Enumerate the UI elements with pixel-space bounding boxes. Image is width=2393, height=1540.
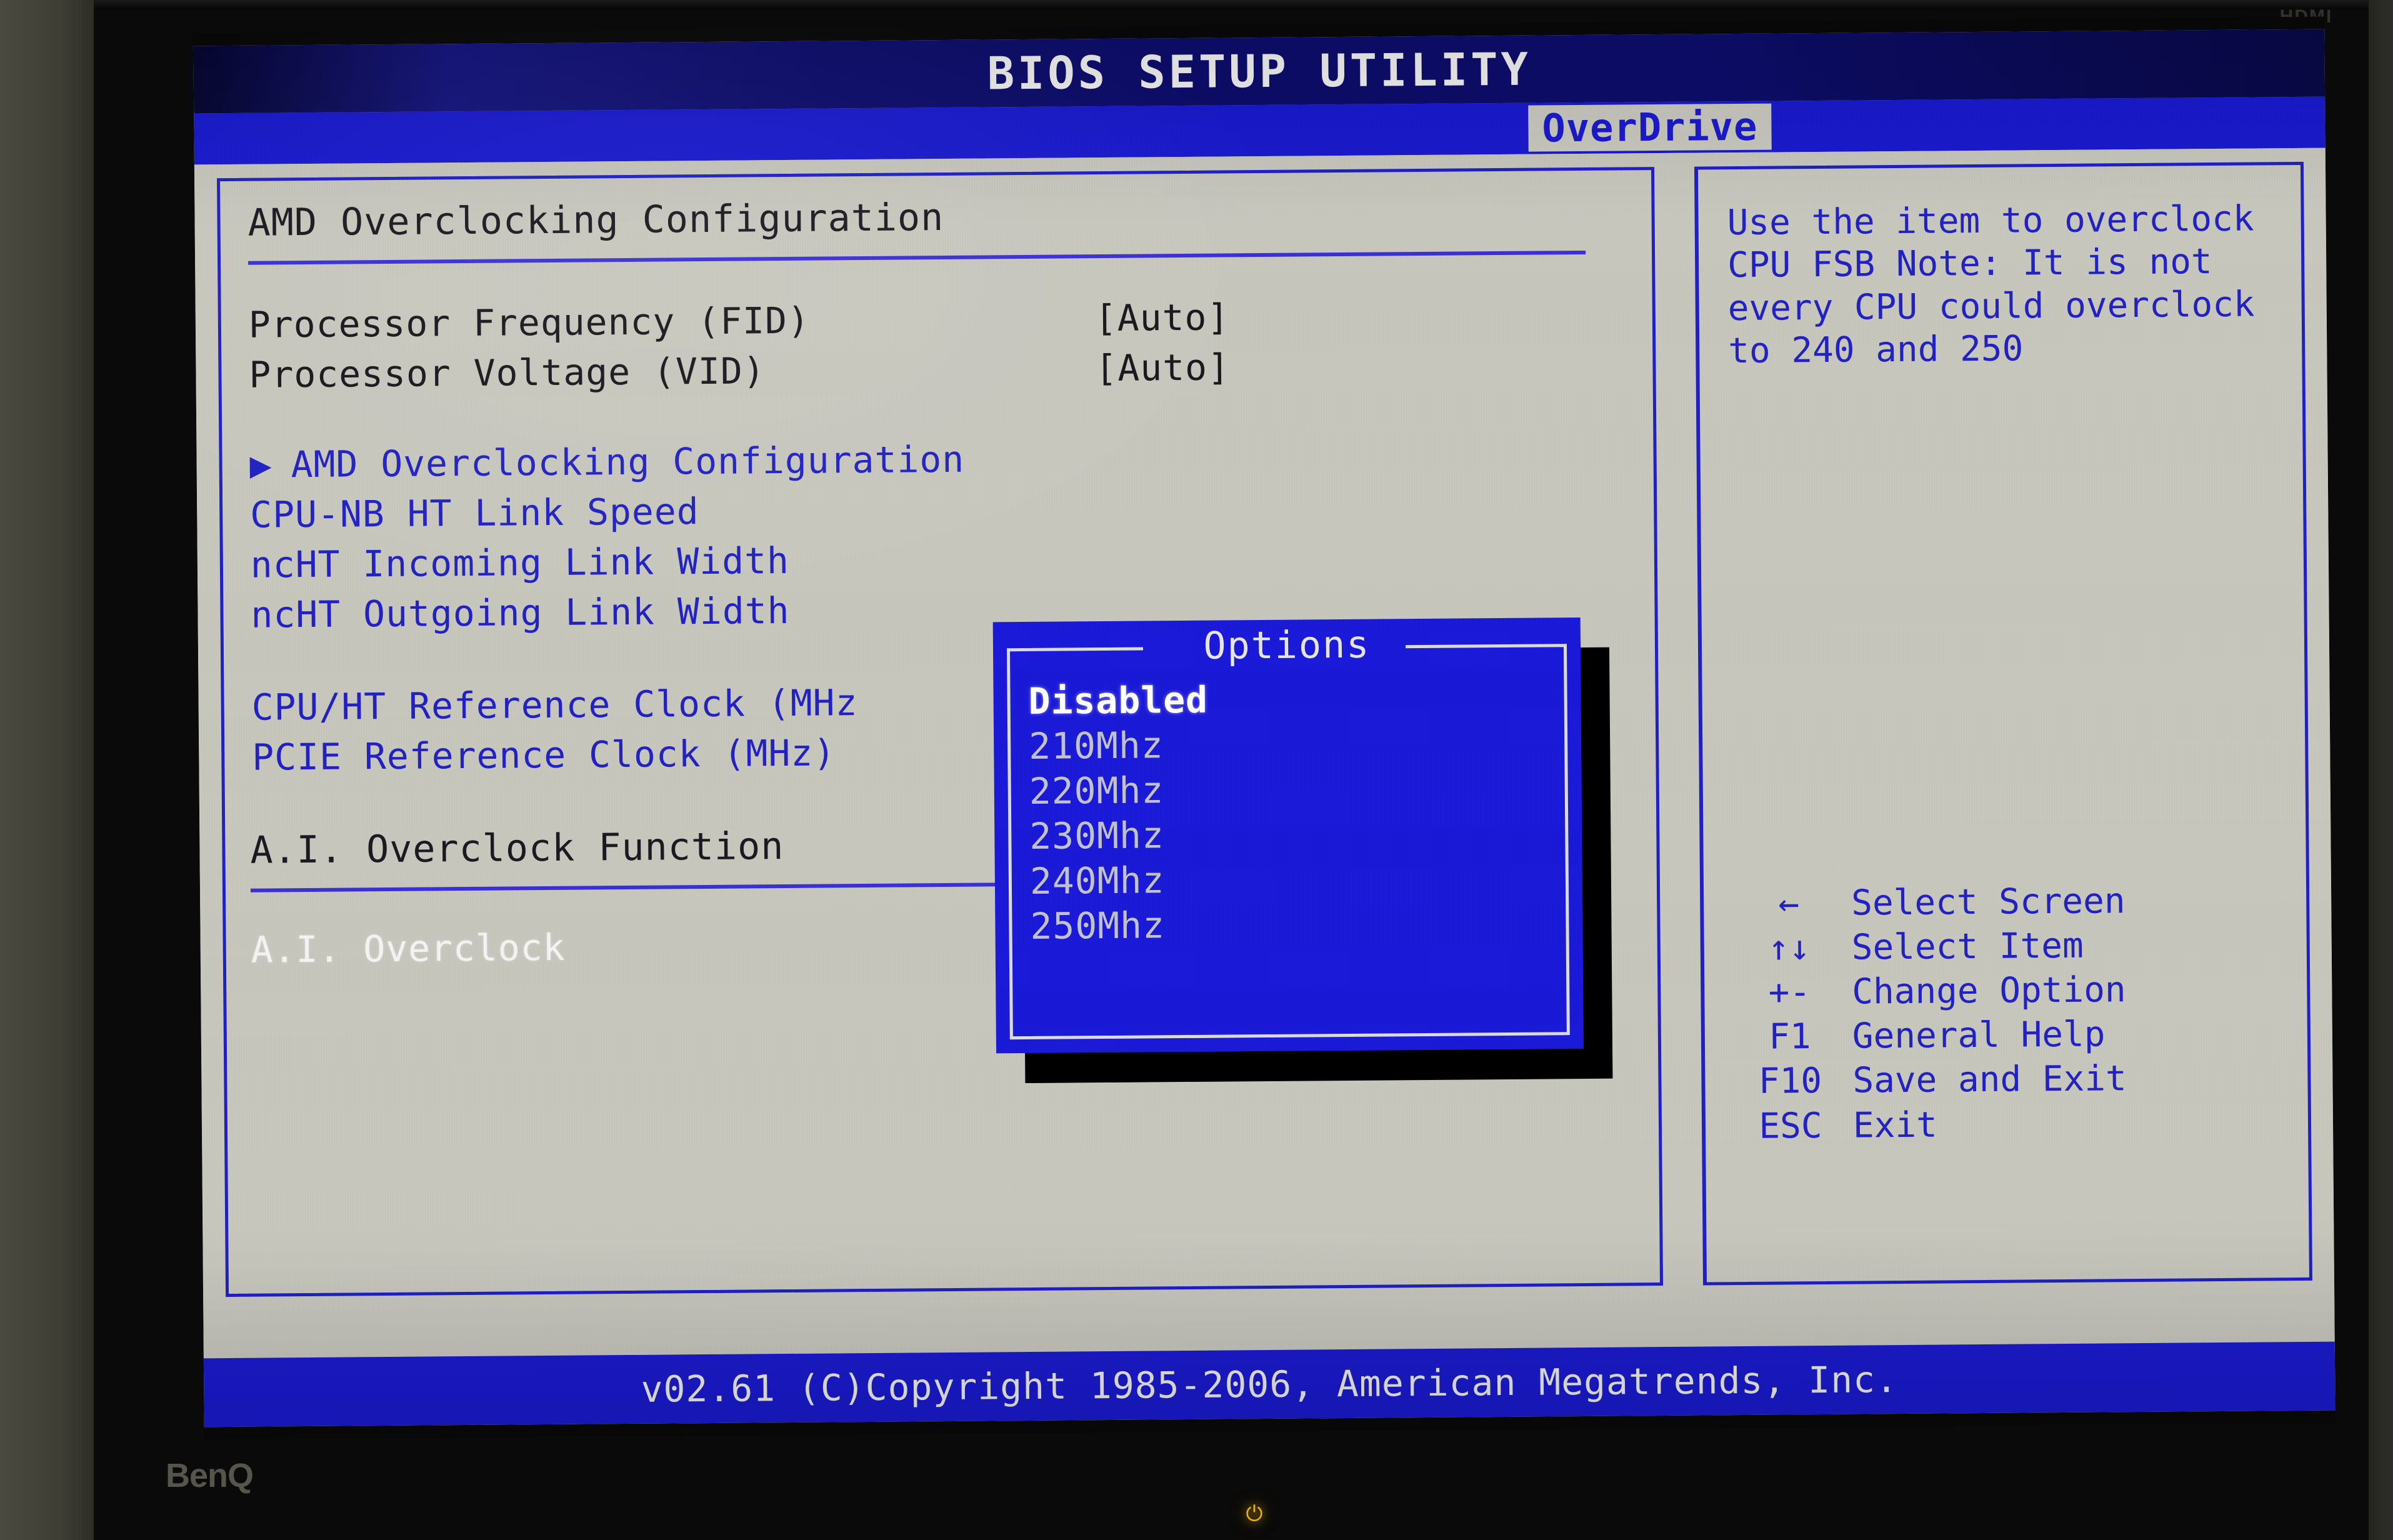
- key-legend-row-select-screen: ← Select Screen: [1726, 878, 2302, 926]
- key-desc-exit: Exit: [1852, 1104, 1938, 1146]
- page-title: BIOS SETUP UTILITY: [987, 42, 1532, 100]
- help-text: Use the item to overclock CPU FSB Note: …: [1727, 198, 2255, 372]
- option-item-250mhz[interactable]: 250Mhz: [1030, 902, 1210, 949]
- option-item-240mhz[interactable]: 240Mhz: [1030, 858, 1210, 904]
- submenu-marker-amd-overclocking: ▶: [249, 443, 272, 486]
- background-wall-left: [0, 0, 100, 1540]
- esc-key-label: ESC: [1759, 1105, 1822, 1147]
- key-legend-row-select-item: ↑↓ Select Item: [1727, 922, 2302, 971]
- option-item-210mhz[interactable]: 210Mhz: [1029, 723, 1209, 769]
- section-title-amd-overclocking: AMD Overclocking Configuration: [247, 196, 944, 245]
- key-desc-change-option: Change Option: [1852, 969, 2126, 1012]
- key-desc-select-screen: Select Screen: [1851, 881, 2126, 924]
- help-panel: Use the item to overclock CPU FSB Note: …: [1694, 161, 2312, 1286]
- section-divider: [248, 250, 1586, 265]
- menu-item-cpu-nb-ht-link-speed[interactable]: CPU-NB HT Link Speed: [250, 490, 699, 536]
- row-label-ai-overclock[interactable]: A.I. Overclock: [251, 926, 565, 971]
- row-label-processor-voltage: Processor Voltage (VID): [249, 349, 766, 396]
- menu-item-cpu-ht-reference-clock[interactable]: CPU/HT Reference Clock (MHz: [251, 681, 857, 729]
- key-desc-select-item: Select Item: [1851, 925, 2084, 968]
- key-legend: ← Select Screen ↑↓ Select Item +- Change…: [1726, 878, 2303, 1149]
- up-down-arrow-icon: ↑↓: [1767, 928, 1811, 969]
- menu-item-ncht-incoming-link-width[interactable]: ncHT Incoming Link Width: [251, 539, 790, 586]
- plus-minus-icon: +-: [1768, 972, 1811, 1013]
- monitor-brand-logo: BenQ: [166, 1457, 254, 1494]
- monitor-bezel-top: [94, 0, 2369, 10]
- options-dialog[interactable]: Options Disabled 210Mhz 220Mhz 230Mhz 24…: [992, 618, 1584, 1054]
- key-desc-general-help: General Help: [1852, 1014, 2106, 1057]
- row-value-processor-frequency[interactable]: [Auto]: [1095, 296, 1230, 339]
- key-desc-save-and-exit: Save and Exit: [1852, 1058, 2127, 1102]
- screenshot-root: HDMI BIOS SETUP UTILITY OverDrive AMD Ov…: [0, 0, 2393, 1540]
- menu-item-amd-overclocking-configuration[interactable]: AMD Overclocking Configuration: [291, 438, 964, 486]
- menu-item-pcie-reference-clock[interactable]: PCIE Reference Clock (MHz): [252, 731, 836, 778]
- f10-key-label: F10: [1758, 1061, 1822, 1102]
- options-list[interactable]: Disabled 210Mhz 220Mhz 230Mhz 240Mhz 250…: [1028, 678, 1210, 949]
- section-title-ai-overclock-function: A.I. Overclock Function: [250, 824, 784, 872]
- left-arrow-icon: ←: [1778, 883, 1800, 924]
- key-legend-row-exit: ESC Exit: [1728, 1100, 2304, 1149]
- option-item-220mhz[interactable]: 220Mhz: [1029, 768, 1209, 814]
- key-legend-row-save-and-exit: F10 Save and Exit: [1727, 1055, 2303, 1104]
- row-label-processor-frequency: Processor Frequency (FID): [248, 299, 811, 346]
- row-value-processor-voltage[interactable]: [Auto]: [1095, 346, 1230, 389]
- option-item-disabled[interactable]: Disabled: [1028, 678, 1208, 724]
- key-legend-row-general-help: F1 General Help: [1727, 1011, 2303, 1059]
- options-dialog-title: Options: [1203, 622, 1371, 668]
- bios-screen: BIOS SETUP UTILITY OverDrive AMD Overclo…: [193, 16, 2336, 1440]
- bios-body: AMD Overclocking Configuration Processor…: [194, 148, 2335, 1359]
- menu-item-ncht-outgoing-link-width[interactable]: ncHT Outgoing Link Width: [251, 589, 790, 636]
- key-legend-row-change-option: +- Change Option: [1727, 966, 2302, 1015]
- f1-key-label: F1: [1768, 1016, 1811, 1058]
- tab-overdrive[interactable]: OverDrive: [1528, 103, 1772, 152]
- option-item-230mhz[interactable]: 230Mhz: [1029, 812, 1209, 859]
- power-button-icon[interactable]: ⏻: [1241, 1500, 1268, 1528]
- bios-screen-content: BIOS SETUP UTILITY OverDrive AMD Overclo…: [193, 29, 2336, 1428]
- copyright-text: v02.61 (C)Copyright 1985-2006, American …: [641, 1358, 1899, 1411]
